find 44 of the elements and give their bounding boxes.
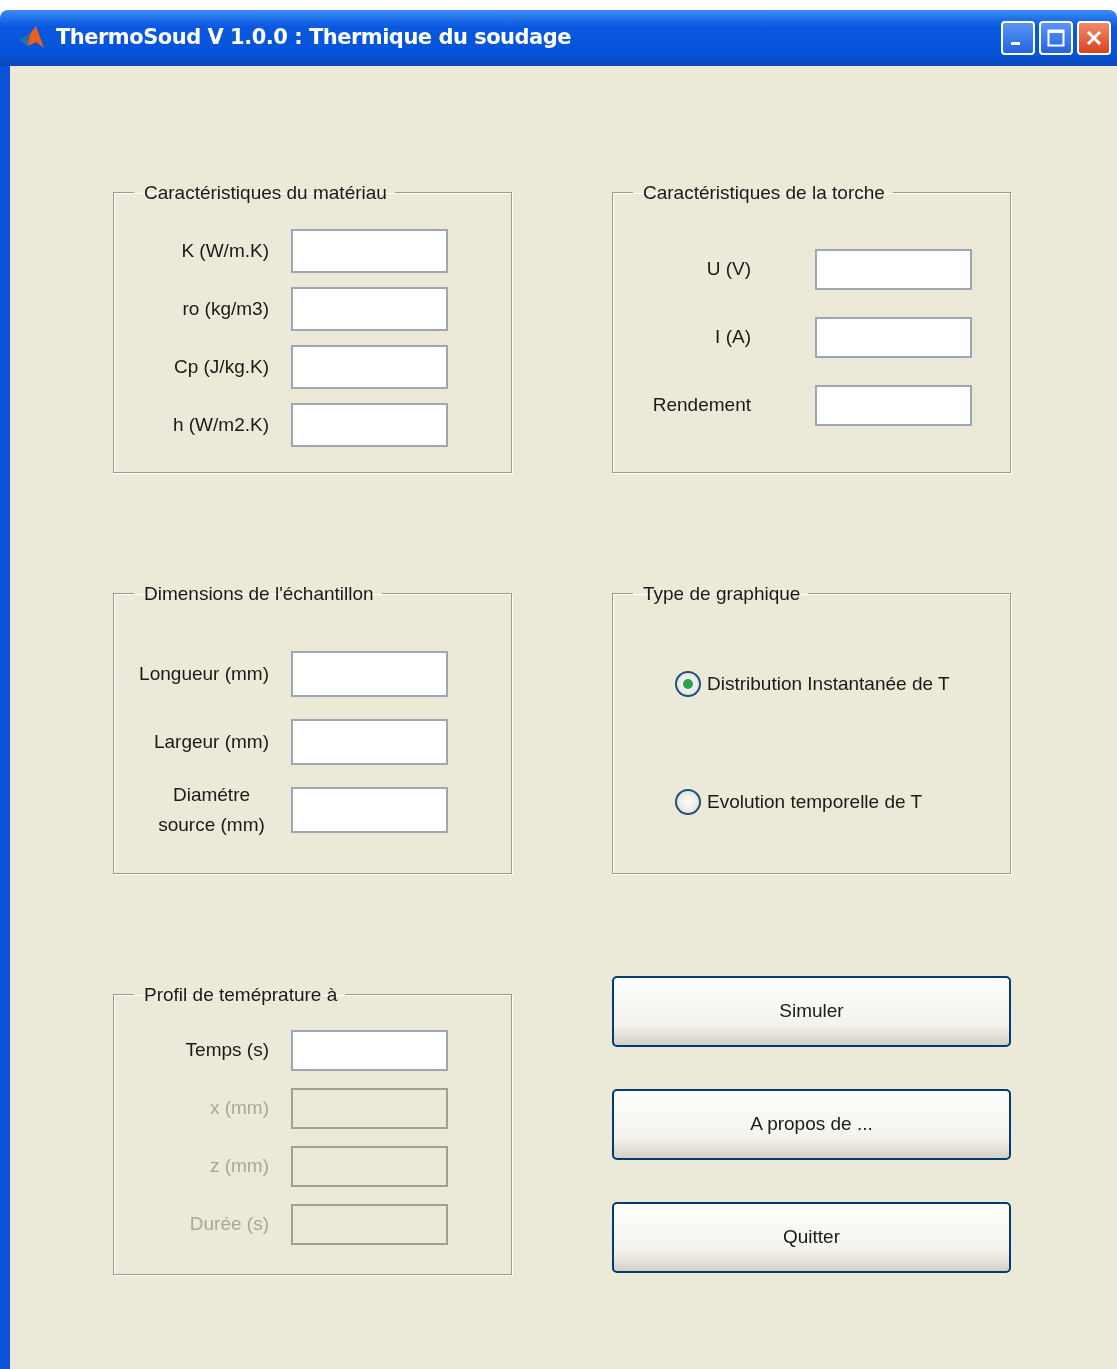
push-button[interactable]: A propos de ... — [612, 1089, 1011, 1160]
field-label: I (A) — [714, 324, 752, 349]
maximize-button[interactable] — [1039, 21, 1073, 55]
input-field[interactable] — [291, 345, 448, 389]
input-field[interactable] — [291, 651, 448, 697]
field-label: x (mm) — [208, 1095, 270, 1120]
field-label: Cp (J/kg.K) — [172, 354, 270, 379]
group-title: Dimensions de l'échantillon — [143, 584, 375, 603]
close-button[interactable] — [1077, 21, 1111, 55]
field-label: Rendement — [651, 392, 752, 417]
push-button[interactable]: Simuler — [612, 976, 1011, 1047]
input-field[interactable] — [291, 287, 448, 331]
radio-label: Distribution Instantanée de T — [707, 671, 950, 696]
window-title: ThermoSoud V 1.0.0 : Thermique du soudage — [56, 24, 572, 52]
input-field[interactable] — [291, 787, 448, 833]
field-label: z (mm) — [208, 1153, 270, 1178]
field-label: K (W/m.K) — [180, 238, 270, 263]
field-label: Temps (s) — [184, 1037, 270, 1062]
field-label: ro (kg/m3) — [181, 296, 270, 321]
input-field[interactable] — [291, 229, 448, 273]
input-field[interactable] — [815, 316, 972, 358]
input-field[interactable] — [291, 403, 448, 447]
radio-button[interactable] — [675, 671, 701, 697]
field-label: Diamétre source (mm) — [157, 782, 266, 837]
close-icon — [1085, 29, 1103, 47]
minimize-icon — [1011, 41, 1020, 45]
push-button[interactable]: Quitter — [612, 1202, 1011, 1273]
group-title: Type de graphique — [642, 584, 802, 603]
input-field[interactable] — [291, 1029, 448, 1071]
field-label: Longueur (mm) — [138, 661, 270, 686]
field-label: Durée (s) — [188, 1211, 270, 1236]
group-title: Profil de teméprature à — [143, 985, 339, 1004]
input-field[interactable] — [291, 719, 448, 765]
radio-label: Evolution temporelle de T — [707, 789, 923, 814]
group-title: Caractéristiques du matériau — [143, 183, 388, 202]
field-label: U (V) — [705, 256, 752, 281]
field-label: Largeur (mm) — [152, 729, 270, 754]
maximize-icon — [1047, 29, 1065, 47]
minimize-button[interactable] — [1001, 21, 1035, 55]
field-label: h (W/m2.K) — [171, 412, 270, 437]
group-title: Caractéristiques de la torche — [642, 183, 886, 202]
input-field[interactable] — [815, 248, 972, 290]
input-field[interactable] — [815, 384, 972, 426]
radio-button[interactable] — [675, 789, 701, 815]
